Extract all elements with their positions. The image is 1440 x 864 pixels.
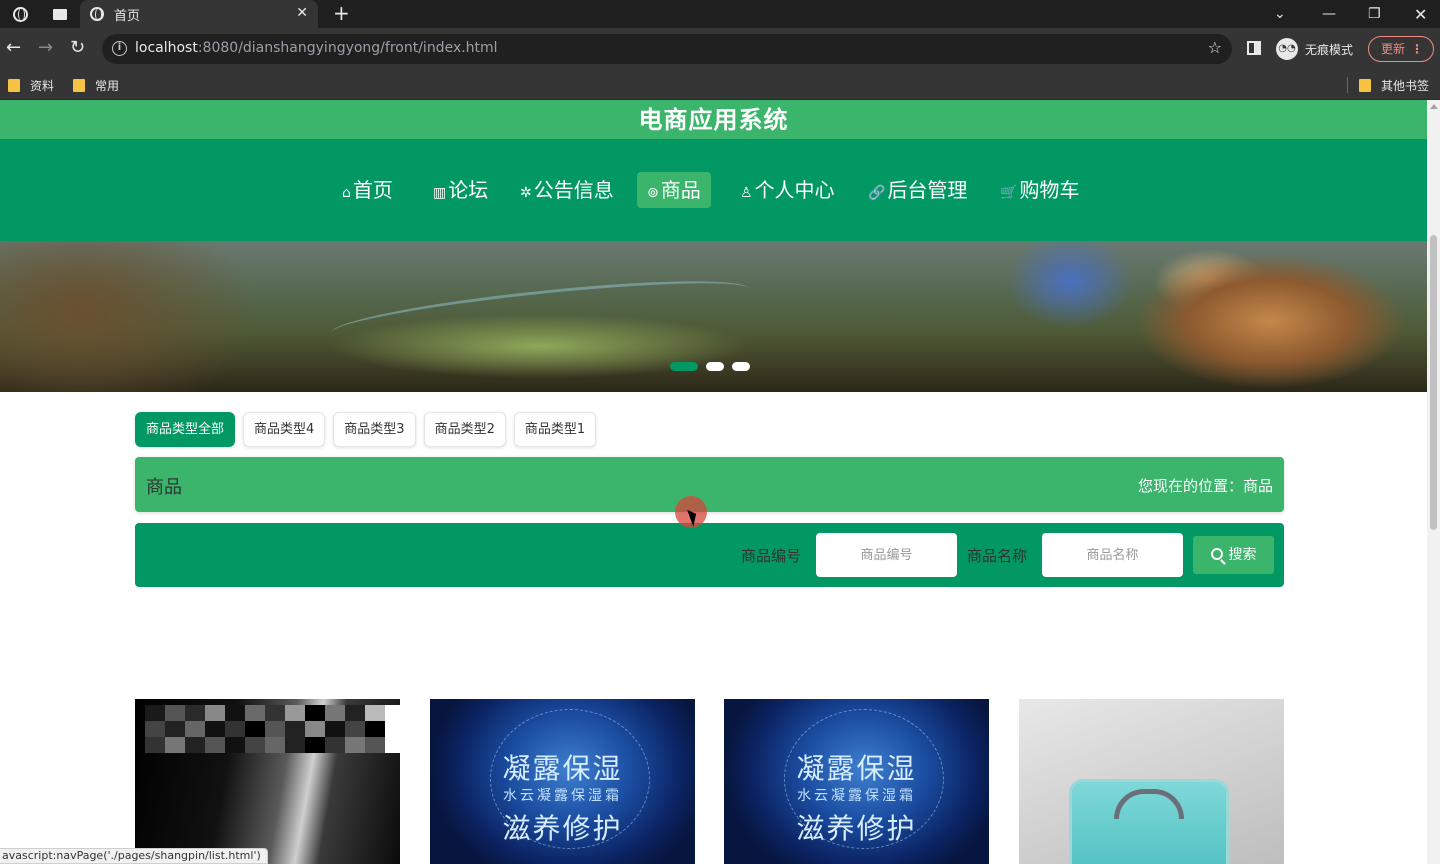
category-all[interactable]: 商品类型全部 <box>135 412 236 447</box>
nav-item-notice[interactable]: ✲ 公告信息 <box>510 172 624 208</box>
side-panel-icon[interactable] <box>1247 41 1261 55</box>
product-image-text: 凝露保湿 <box>502 752 623 785</box>
reload-icon[interactable]: ↻ <box>70 37 85 58</box>
search-icon <box>1210 548 1223 560</box>
menu-dots-icon: ⋮ <box>1411 42 1423 56</box>
product-card-3[interactable]: 凝露保湿 水云凝露保湿霜 滋养修护 <box>724 699 989 864</box>
product-name-input[interactable] <box>1042 533 1183 577</box>
product-card-1[interactable] <box>135 699 400 864</box>
browser-profile-icon[interactable] <box>0 0 40 28</box>
product-card-2[interactable]: 凝露保湿 水云凝露保湿霜 滋养修护 <box>430 699 695 864</box>
category-1[interactable]: 商品类型1 <box>513 412 597 447</box>
product-code-label: 商品编号 <box>741 547 802 565</box>
folder-icon <box>8 79 20 92</box>
product-list: 凝露保湿 水云凝露保湿霜 滋养修护 凝露保湿 水云凝露保湿霜 滋养修护 <box>135 699 1284 864</box>
hero-banner <box>0 241 1427 392</box>
product-image-subtext: 水云凝露保湿霜 <box>797 788 916 804</box>
nav-item-products[interactable]: ⊚ 商品 <box>637 172 711 208</box>
back-arrow-icon[interactable]: ← <box>6 37 21 58</box>
category-filter: 商品类型全部 商品类型4 商品类型3 商品类型2 商品类型1 <box>135 412 597 447</box>
breadcrumb: 商品 您现在的位置：商品 <box>135 457 1284 512</box>
product-image-text: 滋养修护 <box>796 812 917 845</box>
forum-icon: ▥ <box>433 185 447 201</box>
carousel-dot-1[interactable] <box>670 362 698 371</box>
search-form: 商品编号 商品名称 搜索 <box>135 523 1284 587</box>
page-title: 商品 <box>146 477 182 498</box>
site-title: 电商应用系统 <box>0 100 1427 139</box>
nav-item-home[interactable]: ⌂ 首页 <box>332 172 403 208</box>
folder-icon <box>73 79 85 92</box>
tab-close-icon[interactable]: ✕ <box>296 5 308 21</box>
tab-favicon-icon <box>90 7 104 21</box>
nav-item-profile[interactable]: ♙ 个人中心 <box>730 172 845 208</box>
carousel-dot-2[interactable] <box>706 362 724 371</box>
bookmark-star-icon[interactable]: ☆ <box>1208 38 1222 57</box>
category-4[interactable]: 商品类型4 <box>243 412 326 447</box>
notice-icon: ✲ <box>520 185 532 201</box>
link-icon: 🔗 <box>868 185 886 201</box>
product-image-text: 滋养修护 <box>502 812 623 845</box>
window-minimize-icon[interactable]: — <box>1322 0 1336 28</box>
bookmark-separator <box>1347 77 1348 93</box>
bookmark-folder-1[interactable]: 资料 <box>8 77 54 94</box>
cart-icon: 🛒 <box>1000 185 1018 201</box>
tab-title: 首页 <box>114 8 141 24</box>
bookmark-folder-2[interactable]: 常用 <box>73 77 119 94</box>
site-info-icon[interactable]: i <box>112 41 127 56</box>
carousel-indicators <box>670 362 750 371</box>
browser-toolbar: ← → ↻ i localhost:8080/dianshangyingyong… <box>0 28 1440 70</box>
address-url[interactable]: localhost:8080/dianshangyingyong/front/i… <box>135 40 498 56</box>
scrollbar-thumb[interactable] <box>1430 235 1437 530</box>
breadcrumb-location: 您现在的位置：商品 <box>1137 477 1273 495</box>
tab-search-icon[interactable] <box>40 0 80 28</box>
carousel-dot-3[interactable] <box>732 362 750 371</box>
search-button[interactable]: 搜索 <box>1193 536 1274 574</box>
forward-arrow-icon[interactable]: → <box>38 37 53 58</box>
products-icon: ⊚ <box>647 185 659 201</box>
home-icon: ⌂ <box>342 185 351 201</box>
status-bar-url: avascript:navPage('./pages/shangpin/list… <box>0 848 268 864</box>
window-close-icon[interactable]: ✕ <box>1414 0 1427 28</box>
folder-icon <box>1359 79 1371 92</box>
new-tab-icon[interactable]: + <box>333 1 350 25</box>
browser-tab-active[interactable]: 首页 ✕ <box>80 0 318 28</box>
product-name-label: 商品名称 <box>967 547 1028 565</box>
incognito-icon[interactable]: ◔◔ <box>1276 38 1298 60</box>
scroll-up-arrow-icon[interactable] <box>1430 104 1438 109</box>
nav-item-cart[interactable]: 🛒 购物车 <box>990 172 1089 208</box>
browser-tab-bar: 首页 ✕ + ⌄ — ❐ ✕ <box>0 0 1440 28</box>
pixelated-image-area <box>145 705 400 753</box>
category-3[interactable]: 商品类型3 <box>333 412 416 447</box>
banner-river <box>329 269 751 353</box>
main-nav: ⌂ 首页 ▥ 论坛 ✲ 公告信息 ⊚ 商品 ♙ 个人中心 🔗 后台管理 🛒 购物车 <box>0 139 1427 241</box>
page-scrollbar[interactable] <box>1427 100 1440 864</box>
tab-list-chevron-icon[interactable]: ⌄ <box>1274 0 1286 28</box>
product-code-input[interactable] <box>816 533 957 577</box>
product-image-subtext: 水云凝露保湿霜 <box>503 788 622 804</box>
bookmarks-bar: 资料 常用 其他书签 <box>0 70 1440 100</box>
web-page: 电商应用系统 ⌂ 首页 ▥ 论坛 ✲ 公告信息 ⊚ 商品 ♙ 个人中心 🔗 后台管理 🛒 购物… <box>0 100 1427 864</box>
nav-item-forum[interactable]: ▥ 论坛 <box>423 172 498 208</box>
window-restore-icon[interactable]: ❐ <box>1368 0 1381 28</box>
other-bookmarks[interactable]: 其他书签 <box>1359 77 1429 94</box>
nav-item-admin[interactable]: 🔗 后台管理 <box>858 172 977 208</box>
product-image-text: 凝露保湿 <box>796 752 917 785</box>
address-bar[interactable]: i localhost:8080/dianshangyingyong/front… <box>102 34 1232 64</box>
user-icon: ♙ <box>740 185 753 201</box>
category-2[interactable]: 商品类型2 <box>423 412 506 447</box>
product-card-4[interactable] <box>1019 699 1284 864</box>
incognito-label: 无痕模式 <box>1305 43 1354 57</box>
update-button[interactable]: 更新 ⋮ <box>1368 36 1434 62</box>
